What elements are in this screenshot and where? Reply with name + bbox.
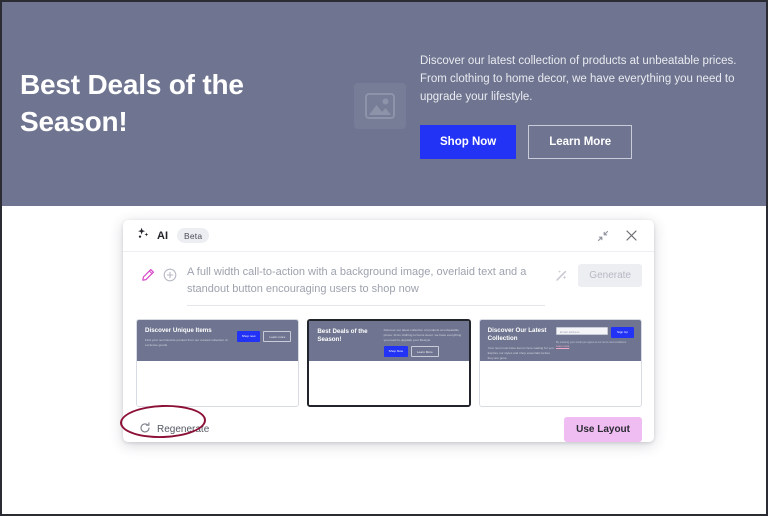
card-fine-print-text: By entering your email you agree to our … bbox=[555, 341, 627, 345]
card-title: Best Deals of the Season! bbox=[317, 328, 368, 344]
layout-card-discover-unique-items[interactable]: Discover Unique Items Find your next fav… bbox=[136, 319, 300, 408]
page-title: Best Deals of the Season! bbox=[20, 69, 244, 137]
card-preview-hero: Discover Our Latest Collection Your next… bbox=[479, 320, 641, 362]
generate-button[interactable]: Generate bbox=[578, 264, 642, 287]
card-secondary-button: Learn More bbox=[410, 346, 439, 358]
hero-buttons: Shop Now Learn More bbox=[420, 124, 766, 159]
ai-panel-footer: Regenerate Use Layout bbox=[123, 407, 654, 443]
ai-sparkle-icon bbox=[137, 227, 150, 245]
screenshot-root: Best Deals of the Season! Discover our l… bbox=[0, 0, 768, 516]
card-preview-body bbox=[137, 361, 299, 407]
card-title: Discover Unique Items bbox=[145, 327, 212, 335]
card-hero-right: Shop now Learn more bbox=[229, 327, 292, 361]
card-signup-form: Email address Sign Up bbox=[555, 327, 634, 339]
card-description: Discover our latest collection of produc… bbox=[383, 328, 462, 342]
hero-copy: Discover our latest collection of produc… bbox=[420, 53, 766, 159]
refresh-icon bbox=[139, 421, 151, 439]
hero-description: Discover our latest collection of produc… bbox=[420, 55, 737, 103]
card-hero-left: Best Deals of the Season! bbox=[317, 328, 383, 361]
card-hero-right: Discover our latest collection of produc… bbox=[383, 328, 462, 361]
prompt-text: A full width call-to-action with a backg… bbox=[187, 266, 527, 296]
card-preview-body bbox=[309, 361, 469, 406]
regenerate-label: Regenerate bbox=[157, 424, 210, 436]
card-fine-print-link: Learn more bbox=[555, 345, 570, 349]
hero-section: Best Deals of the Season! Discover our l… bbox=[2, 2, 766, 206]
card-buttons: Shop Now Learn More bbox=[383, 346, 439, 358]
ai-panel-title: AI bbox=[157, 229, 168, 242]
card-preview-body bbox=[479, 361, 641, 407]
card-subtitle: Your next must-have item is here waiting… bbox=[487, 346, 555, 360]
pencil-icon[interactable] bbox=[137, 264, 159, 286]
card-subtitle: Find your next favorite product from our… bbox=[145, 338, 228, 347]
learn-more-button[interactable]: Learn More bbox=[528, 124, 633, 159]
card-hero-left: Discover Our Latest Collection Your next… bbox=[488, 327, 556, 361]
card-hero-left: Discover Unique Items Find your next fav… bbox=[145, 327, 229, 361]
card-email-input: Email address bbox=[555, 327, 608, 336]
magic-wand-icon[interactable] bbox=[551, 265, 571, 285]
card-preview-hero: Discover Unique Items Find your next fav… bbox=[137, 320, 299, 362]
regenerate-button[interactable]: Regenerate bbox=[139, 421, 209, 439]
ai-panel-header: AI Beta bbox=[123, 220, 654, 252]
shop-now-button[interactable]: Shop Now bbox=[420, 124, 517, 159]
use-layout-button[interactable]: Use Layout bbox=[564, 417, 642, 443]
hero-right: Discover our latest collection of produc… bbox=[354, 49, 766, 159]
card-title: Discover Our Latest Collection bbox=[487, 327, 547, 343]
layout-card-list: Discover Unique Items Find your next fav… bbox=[123, 306, 654, 408]
card-fine-print: By entering your email you agree to our … bbox=[556, 341, 634, 349]
beta-badge: Beta bbox=[177, 228, 210, 243]
card-buttons: Shop now Learn more bbox=[236, 331, 292, 343]
layout-card-best-deals-of-the-season[interactable]: Best Deals of the Season! Discover our l… bbox=[307, 319, 471, 408]
card-signup-button: Sign Up bbox=[610, 327, 634, 339]
card-primary-button: Shop now bbox=[236, 331, 261, 343]
hero-left: Best Deals of the Season! bbox=[2, 67, 354, 141]
plus-circle-icon[interactable] bbox=[159, 264, 181, 286]
collapse-diagonal-icon[interactable] bbox=[592, 225, 614, 247]
card-preview-hero: Best Deals of the Season! Discover our l… bbox=[309, 321, 469, 362]
card-primary-button: Shop Now bbox=[383, 346, 408, 358]
card-secondary-button: Learn more bbox=[263, 331, 292, 343]
ai-panel: AI Beta A full width call-to-action with… bbox=[123, 220, 654, 443]
prompt-input[interactable]: A full width call-to-action with a backg… bbox=[187, 264, 546, 307]
image-placeholder-icon bbox=[354, 83, 406, 130]
close-icon[interactable] bbox=[620, 225, 642, 247]
layout-card-discover-our-latest-collection[interactable]: Discover Our Latest Collection Your next… bbox=[478, 319, 642, 408]
prompt-row: A full width call-to-action with a backg… bbox=[123, 252, 654, 307]
card-hero-right: Email address Sign Up By entering your e… bbox=[555, 327, 634, 361]
